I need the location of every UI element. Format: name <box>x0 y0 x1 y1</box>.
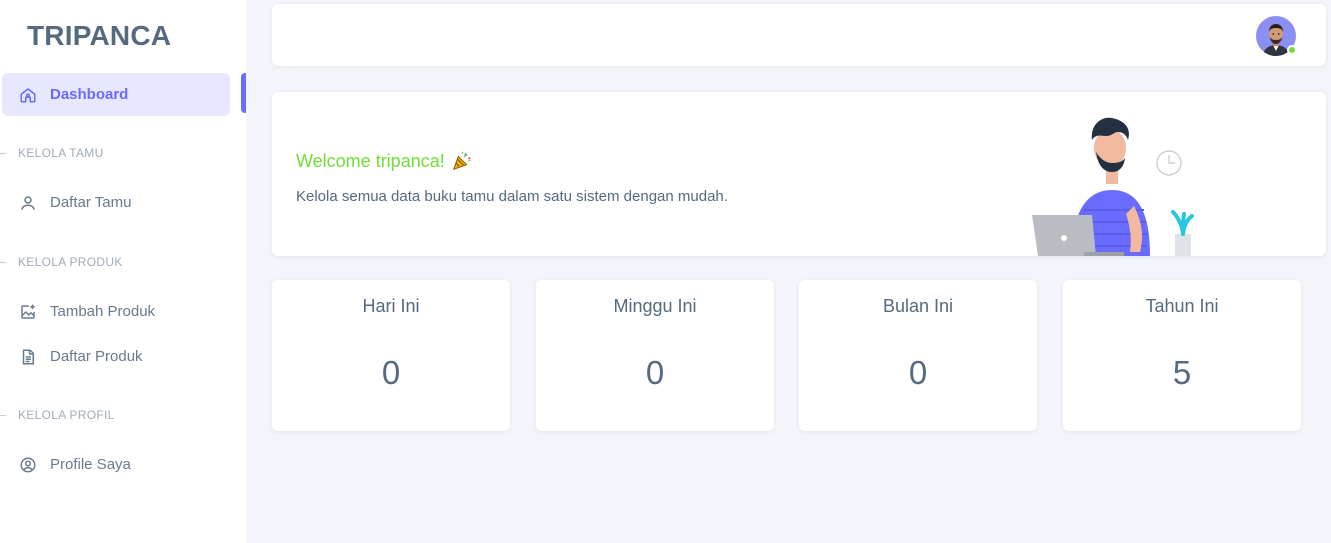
online-status-dot <box>1287 45 1297 55</box>
stat-label: Bulan Ini <box>882 296 954 316</box>
sidebar-item-label: Dashboard <box>50 86 129 103</box>
man-with-laptop-illustration <box>1032 117 1194 256</box>
stat-label: Minggu Ini <box>613 296 697 316</box>
welcome-title: Welcome tripanca! <box>296 150 473 172</box>
home-icon <box>18 85 38 105</box>
user-icon <box>18 193 38 213</box>
active-indicator <box>241 73 246 113</box>
stat-label: Tahun Ini <box>1145 296 1219 316</box>
sidebar-item-label: Daftar Tamu <box>50 194 132 211</box>
stat-value: 0 <box>645 354 665 391</box>
stat-value: 0 <box>908 354 928 391</box>
sidebar-item-profile-saya[interactable]: Profile Saya <box>2 443 230 486</box>
welcome-card: Welcome tripanca! Kelola semua data buku… <box>272 92 1326 256</box>
welcome-title-text: Welcome tripanca! <box>296 150 445 171</box>
stat-label: Hari Ini <box>362 296 420 316</box>
top-navbar <box>272 4 1326 66</box>
sidebar-item-daftar-produk[interactable]: Daftar Produk <box>2 335 230 378</box>
file-text-icon <box>18 347 38 367</box>
sidebar-item-label: Tambah Produk <box>50 303 156 320</box>
stat-card-today: Hari Ini 0 <box>272 280 510 431</box>
sidebar-item-label: Daftar Produk <box>50 348 143 365</box>
stat-value: 0 <box>381 354 401 391</box>
section-header-tamu: KELOLA TAMU <box>0 146 104 160</box>
sidebar: TRIPANCA Dashboard KELOLA TAMU Daftar Ta… <box>0 0 246 543</box>
party-popper-icon <box>452 151 471 171</box>
user-avatar[interactable] <box>1256 16 1297 56</box>
stat-card-month: Bulan Ini 0 <box>799 280 1037 431</box>
sidebar-item-label: Profile Saya <box>50 456 131 473</box>
stat-card-year: Tahun Ini 5 <box>1063 280 1301 431</box>
section-header-profil: KELOLA PROFIL <box>0 408 115 422</box>
sidebar-item-dashboard[interactable]: Dashboard <box>2 73 230 116</box>
image-add-icon <box>18 302 38 322</box>
sidebar-item-daftar-tamu[interactable]: Daftar Tamu <box>2 181 230 224</box>
stat-card-week: Minggu Ini 0 <box>536 280 774 431</box>
section-header-produk: KELOLA PRODUK <box>0 255 123 269</box>
welcome-description: Kelola semua data buku tamu dalam satu s… <box>296 188 728 205</box>
brand-logo-text[interactable]: TRIPANCA <box>27 20 171 52</box>
user-circle-icon <box>18 455 38 475</box>
sidebar-item-tambah-produk[interactable]: Tambah Produk <box>2 290 230 333</box>
stat-value: 5 <box>1172 354 1192 391</box>
